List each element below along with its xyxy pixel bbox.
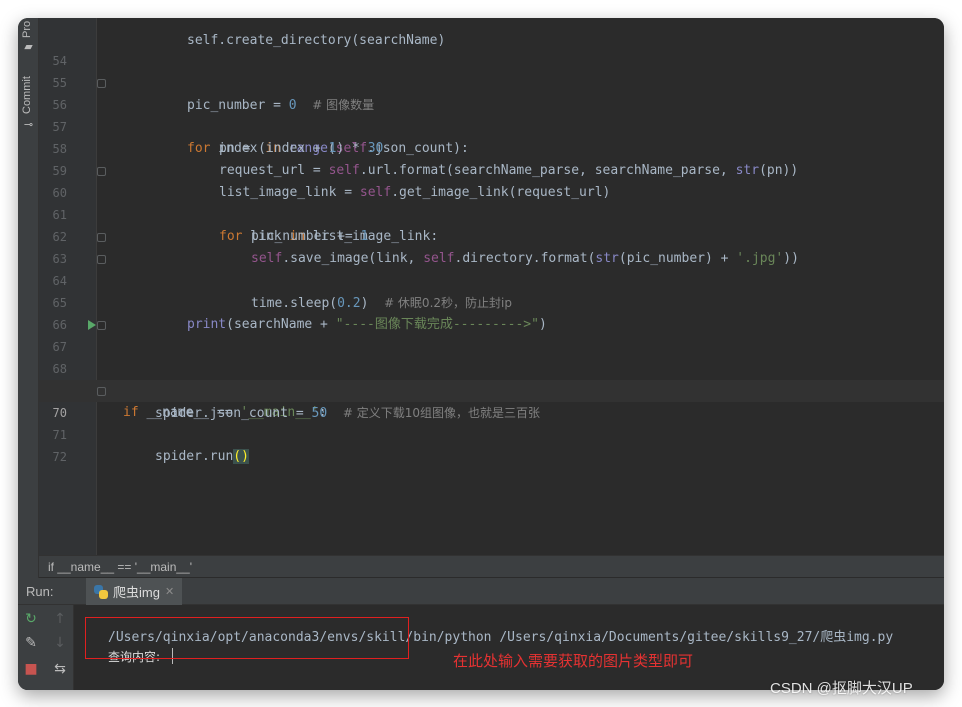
code-line-current: 70 spider.run() <box>39 380 944 464</box>
code-line: 54 <box>52 54 67 68</box>
code-line: 68 spider = BaiduImageSpider() <box>52 362 367 398</box>
code-line: 59 list_image_link = self.get_image_link… <box>52 164 611 200</box>
code-line: 57 pn = (index + 1) * 30 <box>52 120 384 156</box>
fold-marker-icon[interactable] <box>97 167 106 176</box>
stop-icon[interactable]: ■ <box>23 661 39 677</box>
code-line: 55 pic_number = 0 # 图像数量 <box>52 76 375 113</box>
code-line: 63 time.sleep(0.2) # 休眠0.2秒，防止封ip <box>39 226 944 311</box>
code-line: 62 self.save_image(link, self.directory.… <box>52 230 799 266</box>
close-icon[interactable]: ✕ <box>165 585 174 598</box>
left-tool-strip: ▰ Pro Commit ⊸ <box>18 18 39 578</box>
python-icon <box>94 584 108 599</box>
commit-tool-label[interactable]: Commit <box>21 76 33 114</box>
breadcrumb[interactable]: if __name__ == '__main__' <box>39 555 944 578</box>
code-line: 58 request_url = self.url.format(searchN… <box>52 142 799 178</box>
code-line: 67 if __name__ == '__main__': <box>39 314 944 420</box>
code-line: 72 <box>52 450 67 464</box>
console-toolbar: ↻ ↑ ✎ ↓ ■ ⇆ <box>18 605 74 690</box>
soft-wrap-icon[interactable]: ⇆ <box>52 661 68 677</box>
fold-marker-icon[interactable] <box>97 233 106 242</box>
annotation-text: 在此处输入需要获取的图片类型即可 <box>453 652 694 670</box>
code-line: 65 <box>52 296 67 310</box>
run-toolbar: Run: 爬虫img ✕ <box>18 578 944 605</box>
fold-marker-icon[interactable] <box>97 79 106 88</box>
run-label: Run: <box>26 584 54 599</box>
fold-marker-icon[interactable] <box>97 255 106 264</box>
rerun-icon[interactable]: ↻ <box>23 611 39 627</box>
arrow-down-icon[interactable]: ↓ <box>52 635 68 651</box>
ide-window: ▰ Pro Commit ⊸ self.create_directory(sea… <box>18 18 944 690</box>
fold-marker-icon[interactable] <box>97 387 106 396</box>
project-tool-label[interactable]: Pro <box>21 21 33 38</box>
code-line: 60 for link in list_image_link: <box>39 160 944 244</box>
code-line: 66 <box>52 318 67 332</box>
run-gutter-icon[interactable] <box>88 320 96 330</box>
wrench-icon[interactable]: ✎ <box>23 635 39 651</box>
code-line: 71 <box>52 428 67 442</box>
run-tab-label: 爬虫img <box>113 585 160 600</box>
code-line: 69 spider.json_count = 50 # 定义下载10组图像，也就… <box>53 384 540 421</box>
folder-icon[interactable]: ▰ <box>22 40 35 53</box>
code-line: 64 print(searchName + "----图像下载完成-------… <box>39 248 944 332</box>
commit-icon[interactable]: ⊸ <box>22 118 35 131</box>
code-line: 61 pic_number += 1 <box>52 208 369 244</box>
arrow-up-icon[interactable]: ↑ <box>52 611 68 627</box>
code-editor[interactable]: self.create_directory(searchName) 54 55 … <box>39 18 944 555</box>
code-line: 56 for index in range(self.json_count): <box>39 72 944 156</box>
annotation-highlight-box <box>85 617 409 659</box>
run-tab[interactable]: 爬虫img ✕ <box>86 578 183 605</box>
watermark: CSDN @抠脚大汉UP <box>770 680 913 697</box>
fold-marker-icon[interactable] <box>97 321 106 330</box>
